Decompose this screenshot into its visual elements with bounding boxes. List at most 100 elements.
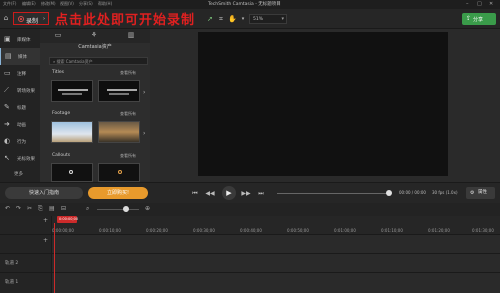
play-button[interactable]: ▶: [222, 186, 236, 200]
track-header[interactable]: 轨道 1: [0, 272, 52, 291]
ruler-tick: 0:01:30;00: [472, 228, 494, 233]
split-icon[interactable]: ⊟: [61, 205, 66, 212]
sidebar-item-media[interactable]: ▤ 媒体: [0, 48, 40, 65]
callout-thumbnail[interactable]: [51, 163, 93, 182]
track-lanes[interactable]: [52, 234, 500, 293]
ruler-tick: 0:00:10;00: [99, 228, 121, 233]
sidebar-item-label: 行为: [17, 140, 26, 145]
menu-modify[interactable]: 修改(M): [41, 1, 56, 7]
search-input[interactable]: ⌕ 搜索 Camtasia资产: [49, 57, 148, 65]
ruler-tick: 0:00:20;00: [146, 228, 168, 233]
quick-start-button[interactable]: 快速入门指南: [5, 187, 83, 199]
playhead-time[interactable]: 0:00:00;00: [57, 216, 78, 223]
scrub-handle[interactable]: [386, 190, 392, 196]
pan-tool-icon[interactable]: ✋: [228, 15, 237, 23]
track-header[interactable]: +: [0, 234, 52, 253]
scrub-track[interactable]: [277, 193, 389, 194]
track-lane[interactable]: [52, 253, 500, 272]
chevron-down-icon[interactable]: ▾: [239, 15, 247, 23]
buy-now-button[interactable]: 立即购买!: [88, 187, 148, 199]
ruler-tick: 0:00:50;00: [287, 228, 309, 233]
tools-sidebar: ▣ 库媒体 ▤ 媒体 ▭ 注释 ⟋ 转场效果 ✎ 标题 ➜ 动画 ◐ 行为 ↖ …: [0, 29, 40, 182]
view-all-footage-link[interactable]: 查看所有: [120, 111, 136, 117]
track-lane[interactable]: [52, 272, 500, 291]
footage-thumbnail[interactable]: [51, 121, 93, 143]
share-button[interactable]: ⇪ 分享: [462, 13, 496, 25]
select-tool-icon[interactable]: ➚: [206, 15, 214, 23]
section-title-callouts: Callouts: [52, 153, 71, 158]
undo-icon[interactable]: ↶: [5, 205, 10, 212]
tab-library[interactable]: ▥: [125, 31, 137, 41]
sidebar-item-animations[interactable]: ➜ 动画: [0, 116, 40, 133]
track-header[interactable]: 轨道 2: [0, 253, 52, 272]
properties-button[interactable]: ⚙ 属性: [466, 187, 495, 199]
cursor-icon: ↖: [4, 154, 10, 162]
zoom-select[interactable]: 51% ▾: [249, 14, 287, 24]
zoom-out-icon[interactable]: ⌕: [86, 205, 89, 213]
fps-display: 30 fps (1.0x): [432, 190, 458, 195]
record-label: 录制: [26, 18, 39, 25]
menu-edit[interactable]: 编辑(E): [22, 1, 36, 7]
cut-icon[interactable]: ✂: [27, 205, 32, 212]
tab-media-bin[interactable]: ▭: [52, 31, 64, 41]
sidebar-item-cursor-effects[interactable]: ↖ 光标效果: [0, 150, 40, 167]
fast-forward-icon[interactable]: ▶▶: [241, 189, 251, 199]
footage-thumbnail[interactable]: [98, 121, 140, 143]
menu-file[interactable]: 文件(F): [3, 1, 16, 7]
menu-help[interactable]: 帮助(H): [98, 1, 112, 7]
rewind-icon[interactable]: ◀◀: [205, 189, 215, 199]
step-back-icon[interactable]: ⏮: [190, 189, 200, 199]
minimize-icon[interactable]: –: [466, 1, 469, 7]
toolbar: ⌂ 录制 › 点击此处即可开始录制 ➚ ⌗ ✋ ▾ 51% ▾ ⇪ 分享: [0, 9, 500, 29]
more-button[interactable]: 更多: [14, 171, 23, 177]
sidebar-item-label: 库媒体: [17, 38, 31, 43]
timeline-zoom-handle[interactable]: [123, 206, 129, 212]
window-title: TechSmith Camtasia - 无标题项目: [208, 2, 281, 7]
chevron-right-icon[interactable]: ›: [143, 130, 145, 137]
behaviors-icon: ◐: [4, 137, 11, 145]
time-display: 00:00 / 00:00: [399, 190, 426, 195]
ruler-tick: 0:00:00;00: [52, 228, 74, 233]
track-name: 轨道 2: [5, 261, 19, 266]
ruler-tick: 0:00:40;00: [240, 228, 262, 233]
zoom-in-icon[interactable]: ⊕: [145, 205, 150, 212]
callout-thumbnail[interactable]: [98, 163, 140, 182]
menu-view[interactable]: 视图(V): [60, 1, 74, 7]
track-header-column: + + 轨道 2 轨道 1: [0, 216, 52, 293]
sidebar-item-transitions[interactable]: ⟋ 转场效果: [0, 82, 40, 99]
paste-icon[interactable]: ▤: [49, 205, 55, 212]
chevron-right-icon[interactable]: ›: [143, 89, 145, 96]
copy-icon[interactable]: ⎘: [38, 205, 43, 213]
title-thumbnail[interactable]: [51, 80, 93, 102]
panel-title: Camtasia资产: [78, 44, 112, 50]
step-forward-icon[interactable]: ⏭: [256, 189, 266, 199]
tab-assets[interactable]: ⚘: [88, 31, 100, 41]
control-bar: 快速入门指南 立即购买! ⏮ ◀◀ ▶ ▶▶ ⏭ 00:00 / 00:00 3…: [0, 182, 500, 203]
add-track-icon[interactable]: +: [43, 217, 48, 224]
menu-share[interactable]: 分享(S): [79, 1, 93, 7]
sidebar-item-behaviors[interactable]: ◐ 行为: [0, 133, 40, 150]
film-icon: ▣: [4, 35, 11, 43]
add-track-icon[interactable]: +: [43, 237, 48, 244]
video-canvas[interactable]: [198, 32, 448, 176]
sidebar-item-annotations[interactable]: ▭ 注释: [0, 65, 40, 82]
ruler-tick: 0:01:10;00: [381, 228, 403, 233]
close-icon[interactable]: ✕: [489, 1, 493, 7]
view-all-titles-link[interactable]: 查看所有: [120, 70, 136, 76]
track-lane[interactable]: [52, 234, 500, 253]
timeline-zoom-track[interactable]: [97, 209, 139, 210]
timeline-ruler[interactable]: 0:00:00;00 0:00:00;00 0:00:10;00 0:00:20…: [52, 216, 500, 234]
view-all-callouts-link[interactable]: 查看所有: [120, 153, 136, 159]
section-title-footage: Footage: [52, 111, 71, 116]
record-button[interactable]: 录制 ›: [13, 12, 49, 25]
properties-label: 属性: [478, 190, 487, 195]
crop-tool-icon[interactable]: ⌗: [217, 15, 225, 23]
maximize-icon[interactable]: □: [477, 1, 482, 7]
title-thumbnail[interactable]: [98, 80, 140, 102]
redo-icon[interactable]: ↷: [16, 205, 21, 212]
record-hint-annotation: 点击此处即可开始录制: [55, 13, 196, 28]
sidebar-item-titles[interactable]: ✎ 标题: [0, 99, 40, 116]
home-icon[interactable]: ⌂: [2, 14, 10, 22]
sidebar-item-library[interactable]: ▣ 库媒体: [0, 31, 40, 48]
animation-icon: ➜: [4, 120, 10, 128]
